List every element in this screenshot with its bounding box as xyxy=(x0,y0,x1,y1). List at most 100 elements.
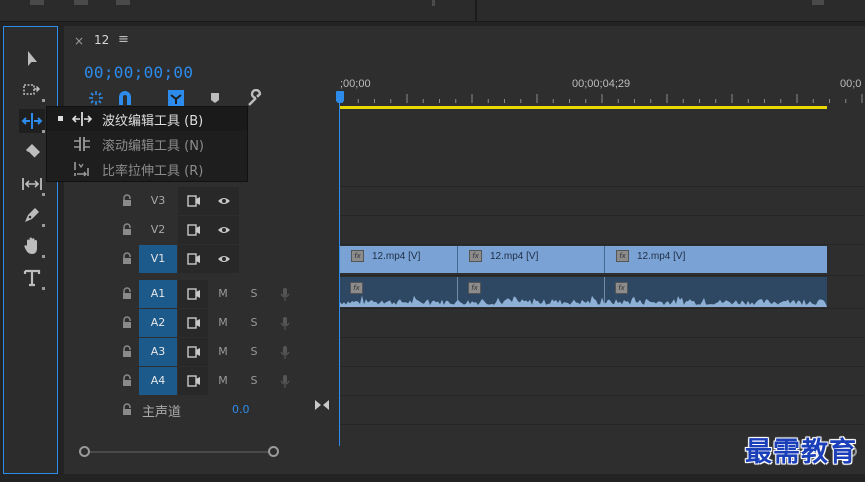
lock-icon[interactable] xyxy=(122,287,132,300)
microphone-icon[interactable] xyxy=(280,345,290,360)
playhead-timecode[interactable]: 00;00;00;00 xyxy=(84,63,193,82)
close-tab-button[interactable]: × xyxy=(74,34,84,48)
snap-magnet-icon[interactable] xyxy=(116,89,134,107)
fx-badge: fx xyxy=(469,250,482,262)
time-ruler[interactable]: ;00;00 00;00;04;29 00;0 xyxy=(340,74,865,110)
playhead-handle[interactable] xyxy=(336,91,344,103)
hand-tool[interactable] xyxy=(19,234,45,258)
panel-button[interactable] xyxy=(30,0,44,5)
zoom-handle-right[interactable] xyxy=(268,446,279,457)
track-controls xyxy=(178,280,208,308)
video-clip[interactable]: fx 12.mp4 [V] xyxy=(605,246,827,273)
track-select-tool[interactable] xyxy=(19,78,45,102)
tool-group-indicator xyxy=(42,193,45,196)
lane-divider xyxy=(340,186,865,187)
selection-tool[interactable] xyxy=(19,47,45,71)
lock-icon[interactable] xyxy=(122,316,132,329)
sync-lock-icon[interactable] xyxy=(187,317,201,329)
pen-icon xyxy=(25,208,39,222)
ruler-label: 00;00;04;29 xyxy=(572,78,631,90)
track-name[interactable]: V1 xyxy=(139,245,177,273)
master-track-header: 主声道 0.0 xyxy=(64,396,339,424)
sync-lock-icon[interactable] xyxy=(187,346,201,358)
watermark-text: 最需教育 xyxy=(745,437,857,468)
track-controls xyxy=(178,309,208,337)
track-name[interactable]: V2 xyxy=(139,216,177,244)
menu-item-rate-stretch[interactable]: 比率拉伸工具 (R) xyxy=(47,157,247,181)
sync-lock-icon[interactable] xyxy=(187,288,201,300)
sequence-tab[interactable]: 12 xyxy=(94,33,109,47)
eye-icon[interactable] xyxy=(217,195,231,207)
sync-lock-icon[interactable] xyxy=(187,224,201,236)
solo-button[interactable]: S xyxy=(244,280,264,308)
add-marker-icon[interactable] xyxy=(206,89,224,107)
track-controls xyxy=(178,338,208,366)
tool-group-indicator xyxy=(42,130,45,133)
selected-indicator xyxy=(58,116,63,121)
microphone-icon[interactable] xyxy=(280,374,290,389)
lock-icon[interactable] xyxy=(122,345,132,358)
panel-button[interactable] xyxy=(812,0,824,5)
track-controls xyxy=(178,367,208,395)
razor-tool[interactable] xyxy=(19,140,45,164)
mute-button[interactable]: M xyxy=(213,367,233,395)
type-tool[interactable] xyxy=(19,266,45,290)
lock-icon[interactable] xyxy=(122,252,132,265)
panel-menu-button[interactable]: ≡ xyxy=(118,32,129,47)
solo-button[interactable]: S xyxy=(244,338,264,366)
sync-lock-icon[interactable] xyxy=(187,195,201,207)
menu-item-label: 波纹编辑工具 (B) xyxy=(102,114,204,129)
zoom-scrollbar-track[interactable] xyxy=(84,451,274,453)
lane-divider xyxy=(340,337,865,338)
linked-selection-icon[interactable] xyxy=(167,89,185,107)
lock-icon[interactable] xyxy=(122,374,132,387)
eye-icon[interactable] xyxy=(217,224,231,236)
mute-button[interactable]: M xyxy=(213,338,233,366)
tool-group-indicator xyxy=(42,287,45,290)
tool-group-indicator xyxy=(42,99,45,102)
lane-divider xyxy=(340,366,865,367)
microphone-icon[interactable] xyxy=(280,287,290,302)
master-volume-value[interactable]: 0.0 xyxy=(232,403,250,416)
slip-tool[interactable] xyxy=(19,172,45,196)
sync-lock-icon[interactable] xyxy=(187,253,201,265)
mute-button[interactable]: M xyxy=(213,309,233,337)
ripple-edit-icon xyxy=(21,113,43,129)
eye-icon[interactable] xyxy=(217,253,231,265)
solo-button[interactable]: S xyxy=(244,367,264,395)
track-name[interactable]: A1 xyxy=(139,280,177,308)
menu-item-ripple-edit[interactable]: 波纹编辑工具 (B) xyxy=(47,107,247,131)
track-name[interactable]: V3 xyxy=(139,187,177,215)
menu-item-label: 比率拉伸工具 (R) xyxy=(102,164,204,179)
zoom-handle-left[interactable] xyxy=(79,446,90,457)
track-name[interactable]: A3 xyxy=(139,338,177,366)
microphone-icon[interactable] xyxy=(280,316,290,331)
lock-icon[interactable] xyxy=(122,194,132,207)
mute-button[interactable]: M xyxy=(213,280,233,308)
wrench-icon[interactable] xyxy=(246,89,264,107)
video-clip[interactable]: fx 12.mp4 [V] xyxy=(458,246,605,273)
pen-tool[interactable] xyxy=(19,203,45,227)
sync-lock-icon[interactable] xyxy=(187,375,201,387)
lock-icon[interactable] xyxy=(122,403,132,416)
lane-divider xyxy=(340,395,865,396)
lock-icon[interactable] xyxy=(122,223,132,236)
panel-button[interactable] xyxy=(116,0,130,5)
razor-icon xyxy=(26,144,40,159)
rolling-edit-icon xyxy=(74,137,90,151)
track-controls xyxy=(178,245,239,273)
video-clip[interactable]: fx 12.mp4 [V] xyxy=(340,246,458,273)
solo-button[interactable]: S xyxy=(244,309,264,337)
hand-icon xyxy=(24,237,37,254)
go-to-in-out-icon[interactable] xyxy=(314,399,330,411)
ripple-edit-tool[interactable] xyxy=(19,109,45,133)
track-name[interactable]: A4 xyxy=(139,367,177,395)
menu-item-rolling-edit[interactable]: 滚动编辑工具 (N) xyxy=(47,132,247,156)
lane-divider xyxy=(340,244,865,245)
track-name[interactable]: A2 xyxy=(139,309,177,337)
master-track-name: 主声道 xyxy=(142,405,182,420)
panel-button[interactable] xyxy=(74,0,88,5)
work-area-bar[interactable] xyxy=(340,106,827,109)
menu-item-label: 滚动编辑工具 (N) xyxy=(102,139,205,154)
nest-sequence-icon[interactable] xyxy=(87,89,105,107)
